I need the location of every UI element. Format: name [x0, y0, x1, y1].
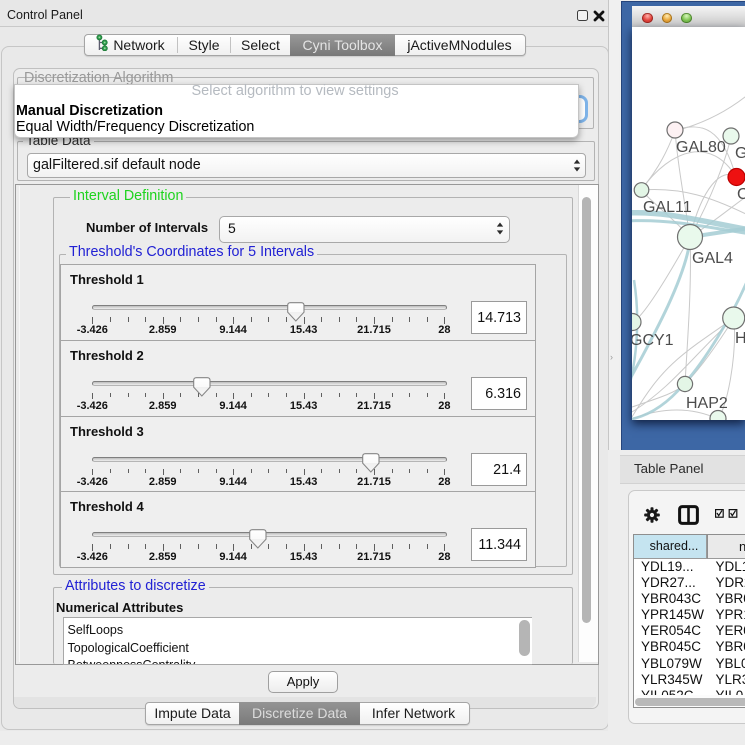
svg-text:GAL80: GAL80	[676, 139, 726, 156]
svg-text:G.: G.	[735, 145, 745, 162]
svg-text:GAL11: GAL11	[643, 199, 692, 216]
svg-text:C: C	[737, 186, 745, 203]
svg-text:H: H	[735, 330, 745, 347]
svg-text:HAP2: HAP2	[686, 395, 728, 412]
svg-text:GAL4: GAL4	[692, 250, 733, 267]
svg-text:GCY1: GCY1	[632, 332, 674, 349]
